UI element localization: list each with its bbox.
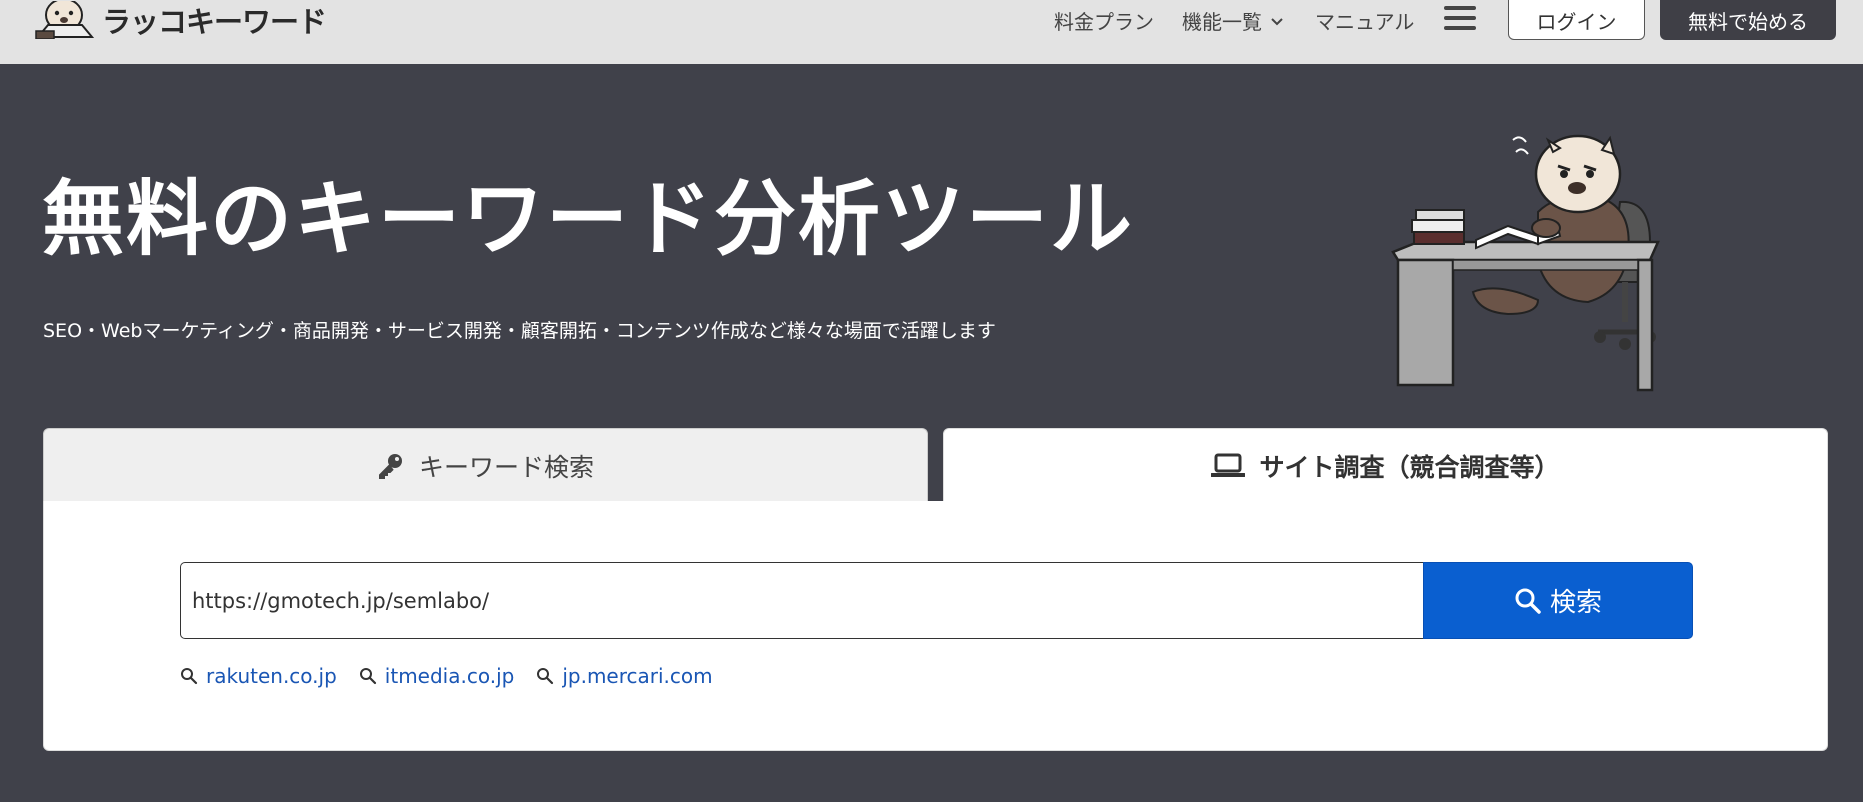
hamburger-menu-icon[interactable] <box>1444 4 1476 32</box>
url-search-input[interactable] <box>180 562 1424 639</box>
search-icon <box>180 667 198 685</box>
login-button-label: ログイン <box>1536 9 1617 34</box>
nav-pricing[interactable]: 料金プラン <box>1054 0 1154 40</box>
suggestion-link[interactable]: itmedia.co.jp <box>359 664 515 688</box>
tab-keyword-search[interactable]: キーワード検索 <box>43 428 928 502</box>
login-button[interactable]: ログイン <box>1508 0 1645 40</box>
suggestion-link[interactable]: jp.mercari.com <box>536 664 713 688</box>
search-icon <box>359 667 377 685</box>
tab-site-label: サイト調査（競合調査等） <box>1259 452 1560 482</box>
chevron-down-icon <box>1270 8 1284 32</box>
site-logo[interactable]: ラッコキーワード <box>34 0 327 40</box>
logo-text: ラッコキーワード <box>102 5 327 39</box>
otter-mascot-illustration <box>1388 132 1678 401</box>
hero-subtitle: SEO・Webマーケティング・商品開発・サービス開発・顧客開拓・コンテンツ作成な… <box>43 320 996 342</box>
laptop-icon <box>1211 453 1246 479</box>
suggestion-label: jp.mercari.com <box>562 664 713 688</box>
search-icon <box>536 667 554 685</box>
search-button-label: 検索 <box>1549 588 1602 618</box>
suggestion-list: rakuten.co.jp itmedia.co.jp jp.mercari.c… <box>180 664 735 688</box>
nav-pricing-label: 料金プラン <box>1054 9 1154 34</box>
nav-manual-label: マニュアル <box>1315 9 1415 34</box>
tab-site-research[interactable]: サイト調査（競合調査等） <box>943 428 1828 502</box>
key-icon <box>377 452 405 480</box>
site-header: ラッコキーワード 料金プラン 機能一覧 マニュアル ログイン 無料で始める <box>0 0 1863 64</box>
start-free-button[interactable]: 無料で始める <box>1660 0 1836 40</box>
suggestion-label: rakuten.co.jp <box>206 664 337 688</box>
hero-title: 無料のキーワード分析ツール <box>42 172 1135 267</box>
nav-features[interactable]: 機能一覧 <box>1182 0 1284 40</box>
otter-logo-icon <box>35 1 94 39</box>
suggestion-link[interactable]: rakuten.co.jp <box>180 664 337 688</box>
tab-keyword-label: キーワード検索 <box>418 452 594 482</box>
nav-manual[interactable]: マニュアル <box>1315 0 1414 40</box>
search-button[interactable]: 検索 <box>1423 562 1693 639</box>
search-icon <box>1514 587 1542 615</box>
nav-features-label: 機能一覧 <box>1182 9 1262 34</box>
search-panel: 検索 rakuten.co.jp itmedia.co.jp jp.mercar… <box>43 501 1828 751</box>
suggestion-label: itmedia.co.jp <box>384 664 515 688</box>
start-free-button-label: 無料で始める <box>1688 9 1808 34</box>
